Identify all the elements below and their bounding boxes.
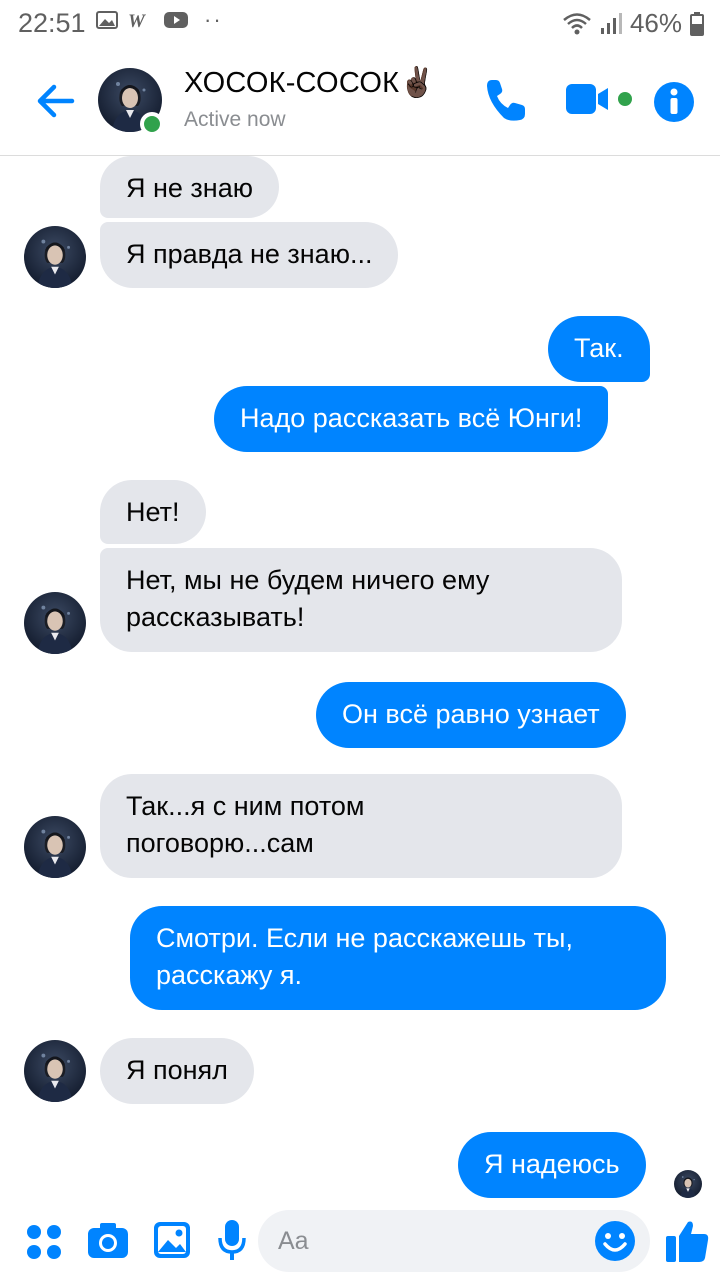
incoming-message[interactable]: Так...я с ним потом поговорю...сам xyxy=(100,774,622,878)
wifi-icon xyxy=(563,12,591,34)
status-bar: 22:51 W ·· 46% xyxy=(0,0,720,46)
image-icon xyxy=(96,11,118,29)
contact-name[interactable]: ХОСОК-СОСОК✌🏿 xyxy=(184,66,435,100)
seen-receipt-avatar xyxy=(674,1170,702,1198)
signal-icon xyxy=(600,12,622,34)
incoming-message[interactable]: Я правда не знаю... xyxy=(100,222,399,288)
outgoing-message[interactable]: Надо рассказать всё Юнги! xyxy=(214,386,609,452)
sender-avatar xyxy=(24,1040,86,1102)
video-call-icon[interactable] xyxy=(566,76,636,124)
phone-call-icon[interactable] xyxy=(482,76,530,124)
thumbs-up-icon[interactable] xyxy=(664,1218,710,1264)
outgoing-message[interactable]: Так. xyxy=(548,316,650,382)
sender-avatar xyxy=(24,592,86,654)
svg-text:W: W xyxy=(128,11,146,29)
outgoing-message[interactable]: Он всё равно узнает xyxy=(316,682,626,748)
system-indicators: 46% xyxy=(562,8,704,39)
apps-icon[interactable] xyxy=(26,1218,62,1262)
camera-icon[interactable] xyxy=(86,1218,130,1262)
youtube-icon xyxy=(164,12,188,28)
emoji-icon[interactable] xyxy=(594,1220,636,1262)
outgoing-message[interactable]: Я надеюсь xyxy=(458,1132,646,1198)
seen-receipt-avatar-image xyxy=(674,1170,702,1198)
active-status: Active now xyxy=(184,108,286,131)
back-arrow-icon[interactable] xyxy=(30,76,80,126)
sender-avatar-image xyxy=(24,592,86,654)
online-indicator xyxy=(140,112,164,136)
sender-avatar-image xyxy=(24,816,86,878)
sender-avatar xyxy=(24,816,86,878)
more-notifications-icon: ·· xyxy=(204,7,223,32)
outgoing-message[interactable]: Смотри. Если не расскажешь ты, расскажу … xyxy=(130,906,666,1010)
w-app-icon: W xyxy=(128,11,146,29)
battery-percent: 46% xyxy=(629,8,682,38)
incoming-message[interactable]: Нет, мы не будем ничего ему рассказывать… xyxy=(100,548,622,652)
status-time: 22:51 xyxy=(18,8,86,38)
message-thread[interactable]: Я не знаю Я правда не знаю... Так. Надо … xyxy=(0,156,720,1200)
sender-avatar xyxy=(24,226,86,288)
sender-avatar-image xyxy=(24,1040,86,1102)
message-composer xyxy=(0,1200,720,1280)
gallery-icon[interactable] xyxy=(152,1218,192,1262)
message-input[interactable] xyxy=(258,1210,650,1272)
incoming-message[interactable]: Я не знаю xyxy=(100,156,279,218)
info-icon[interactable] xyxy=(652,78,696,126)
notification-icons: W ·· xyxy=(96,7,223,32)
microphone-icon[interactable] xyxy=(218,1218,246,1262)
incoming-message[interactable]: Нет! xyxy=(100,480,206,544)
conversation-header: ХОСОК-СОСОК✌🏿 Active now xyxy=(0,46,720,156)
incoming-message[interactable]: Я понял xyxy=(100,1038,254,1104)
battery-icon xyxy=(690,11,704,36)
sender-avatar-image xyxy=(24,226,86,288)
